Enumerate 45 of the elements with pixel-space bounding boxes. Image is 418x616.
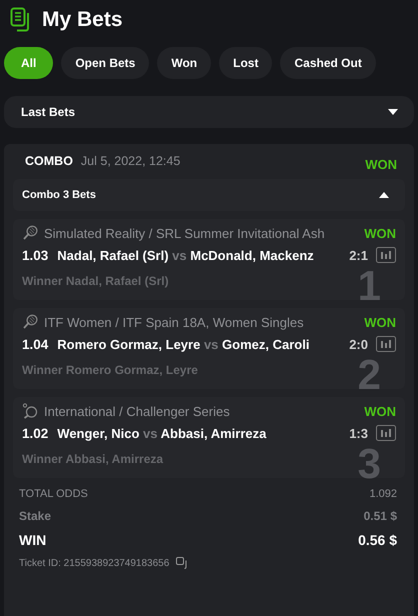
ticket-id: Ticket ID: 2155938923749183656 [19, 558, 170, 568]
stats-icon[interactable] [376, 425, 396, 441]
leg-status: WON [364, 226, 396, 240]
page-title: My Bets [42, 8, 123, 32]
stats-icon[interactable] [376, 336, 396, 352]
leg-odds: 1.02 [22, 426, 48, 440]
caret-icon [379, 192, 389, 198]
copy-icon[interactable] [176, 557, 188, 569]
paddle-icon [22, 403, 38, 419]
stake-value: 0.51 $ [364, 509, 397, 523]
filter-tab[interactable]: Cashed Out [280, 47, 376, 79]
tennis-racket-icon [22, 225, 38, 241]
match-name: Nadal, Rafael (Srl) vs McDonald, Mackenz [57, 248, 314, 262]
tennis-racket-icon [22, 314, 38, 330]
period-dropdown[interactable]: Last Bets [4, 96, 414, 128]
win-label: WIN [19, 532, 46, 548]
total-odds-label: TOTAL ODDS [19, 488, 88, 500]
leg-odds: 1.03 [22, 248, 48, 262]
leg-status: WON [364, 314, 396, 330]
match-score: 2:0 [348, 336, 368, 352]
tournament-name: Simulated Reality / SRL Summer Invitational Ash [44, 226, 325, 240]
bet-status: WON [365, 156, 397, 172]
filter-tab[interactable]: Open Bets [61, 47, 150, 79]
stake-label: Stake [19, 509, 52, 523]
match-name: Romero Gormaz, Leyre vs Gomez, Caroli [57, 336, 310, 352]
tournament-name: International / Challenger Series [44, 404, 230, 418]
caret-down-icon [388, 109, 398, 115]
bets-icon [10, 7, 32, 33]
tournament-name: ITF Women / ITF Spain 18A, Women Singles [44, 314, 304, 330]
match-score: 1:3 [348, 426, 368, 440]
filter-tab[interactable]: Won [157, 47, 212, 79]
win-value: 0.56 $ [358, 532, 397, 548]
bet-date: Jul 5, 2022, 12:45 [80, 154, 180, 168]
leg-pick: Winner Romero Gormaz, Leyre [22, 363, 199, 377]
leg-status: WON [364, 404, 396, 418]
total-odds-value: 1.092 [369, 488, 397, 500]
match-score: 2:1 [348, 248, 368, 262]
leg-pick: Winner Abbasi, Amirreza [22, 452, 164, 466]
leg-pick: Winner Nadal, Rafael (Srl) [22, 274, 170, 288]
bet-type: COMBO [25, 154, 73, 168]
match-name: Wenger, Nico vs Abbasi, Amirreza [57, 426, 266, 440]
leg-odds: 1.04 [22, 336, 48, 352]
stats-icon[interactable] [376, 247, 396, 263]
combo-toggle[interactable]: Combo 3 Bets [13, 179, 405, 211]
filter-tab[interactable]: Lost [219, 47, 272, 79]
